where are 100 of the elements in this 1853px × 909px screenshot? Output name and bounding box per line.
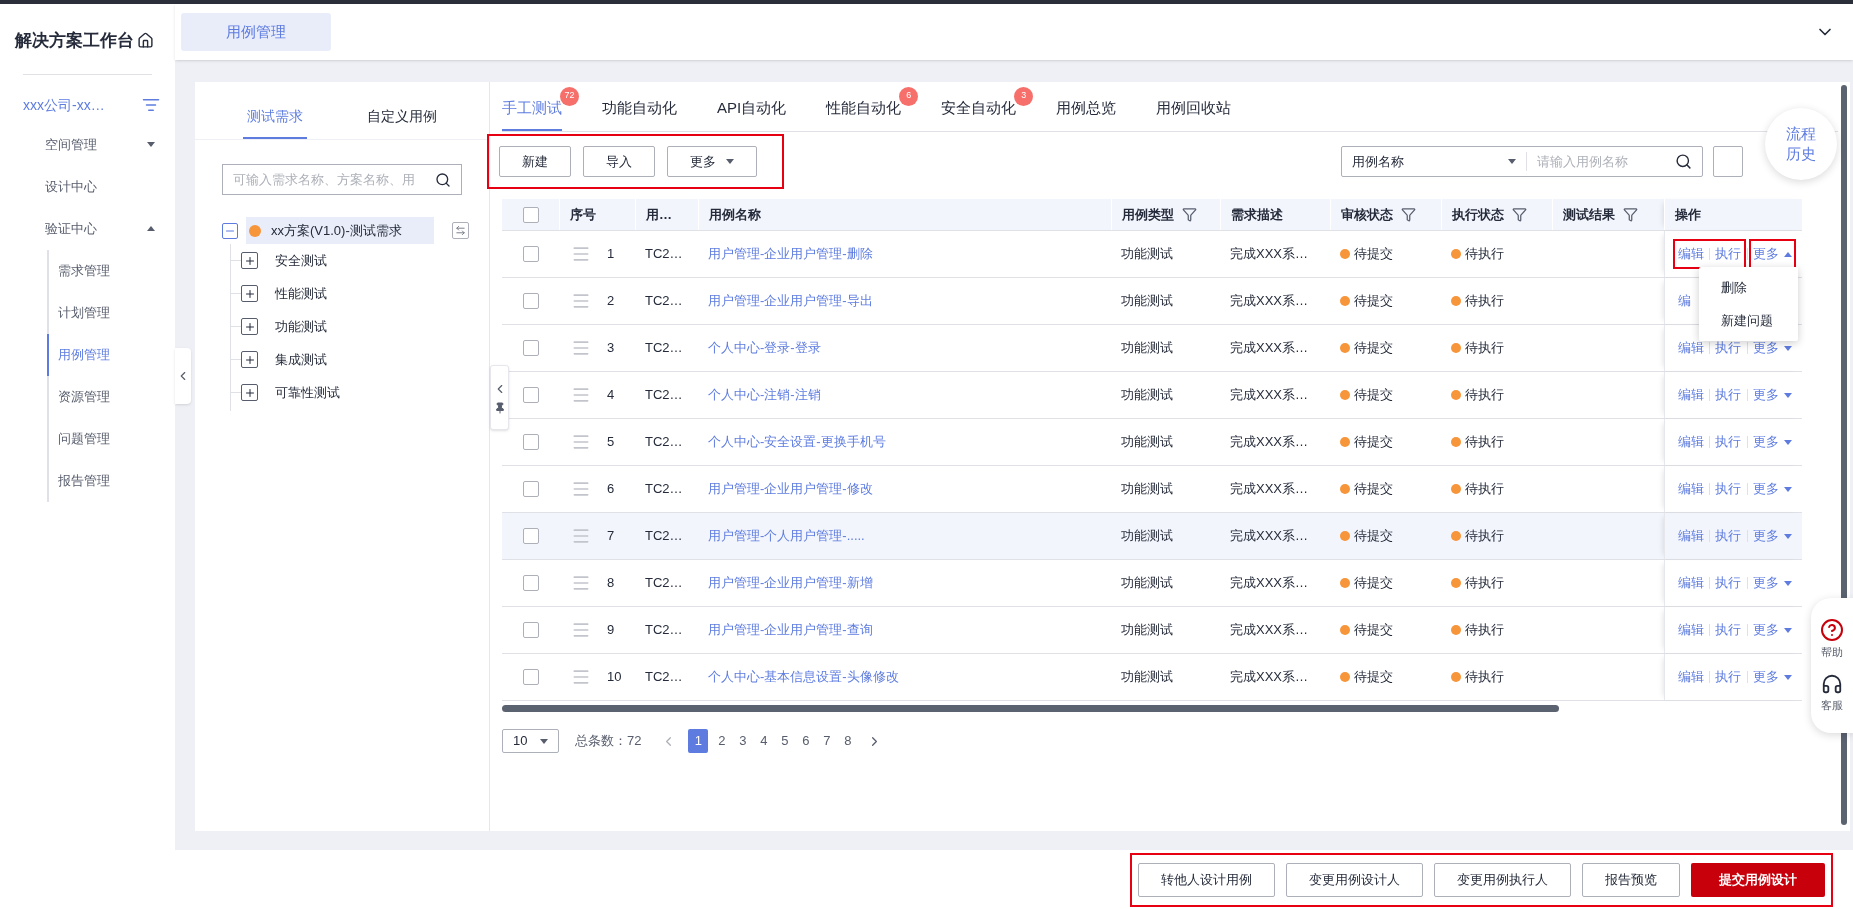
search-field[interactable]: 可输入需求名称、方案名称、用 — [222, 164, 462, 195]
tree-node[interactable]: xx方案(V1.0)-测试需求 — [246, 217, 434, 244]
table-row[interactable]: 6 TC2… 用户管理-企业用户管理-修改 功能测试 完成XXX系… 待提交 待执行 编辑 执行 更多 — [502, 466, 1802, 513]
more-dropdown[interactable]: 更多 — [1753, 667, 1792, 687]
row-checkbox[interactable] — [522, 481, 539, 497]
case-name-link[interactable]: 个人中心-注销-注销 — [708, 385, 821, 405]
tab[interactable]: 安全自动化 — [941, 96, 1017, 131]
panel-tab[interactable]: 自定义用例 — [363, 106, 441, 139]
drag-handle-icon[interactable] — [571, 291, 591, 311]
row-checkbox[interactable] — [522, 387, 539, 403]
more-dropdown[interactable]: 更多 — [1753, 526, 1792, 546]
expand-icon[interactable] — [241, 384, 258, 401]
field-select[interactable]: 用例名称 — [1342, 151, 1527, 172]
table-row[interactable]: 8 TC2… 用户管理-企业用户管理-新增 功能测试 完成XXX系… 待提交 待执行 编辑 执行 更多 — [502, 560, 1802, 607]
pin-icon[interactable] — [493, 401, 506, 414]
drag-handle-icon[interactable] — [571, 385, 591, 405]
case-name-link[interactable]: 用户管理-个人用户管理-..... — [708, 526, 865, 546]
collapse-icon[interactable] — [222, 222, 238, 239]
case-name-link[interactable]: 用户管理-企业用户管理-删除 — [708, 244, 873, 264]
case-name-link[interactable]: 用户管理-企业用户管理-查询 — [708, 620, 873, 640]
action-link[interactable]: 执行 — [1715, 526, 1741, 546]
action-link[interactable]: 编辑 — [1678, 526, 1704, 546]
collapse-handle[interactable] — [175, 348, 191, 404]
action-link[interactable]: 执行 — [1715, 244, 1741, 264]
row-checkbox[interactable] — [522, 246, 539, 262]
action-link[interactable]: 编辑 — [1678, 667, 1704, 687]
row-checkbox[interactable] — [522, 575, 539, 591]
action-link[interactable]: 执行 — [1715, 479, 1741, 499]
help-item[interactable]: 客服 — [1821, 672, 1843, 713]
table-row[interactable]: 7 TC2… 用户管理-个人用户管理-..... 功能测试 完成XXX系… 待提交 待执行 编辑 执行 更多 — [502, 513, 1802, 560]
row-checkbox[interactable] — [522, 622, 539, 638]
expand-icon[interactable] — [241, 252, 258, 269]
tab[interactable]: 用例回收站 — [1156, 96, 1232, 131]
case-name-link[interactable]: 个人中心-基本信息设置-头像修改 — [708, 667, 899, 687]
nav-item[interactable]: 设计中心 — [0, 165, 175, 208]
table-row[interactable]: 9 TC2… 用户管理-企业用户管理-查询 功能测试 完成XXX系… 待提交 待执行 编辑 执行 更多 — [502, 607, 1802, 654]
drag-handle-icon[interactable] — [571, 667, 591, 687]
panel-tab[interactable]: 测试需求 — [243, 106, 307, 139]
action-link[interactable]: 编辑 — [1678, 338, 1704, 358]
page-number[interactable]: 5 — [777, 729, 793, 753]
action-link[interactable]: 编 — [1678, 291, 1691, 311]
more-dropdown[interactable]: 更多 — [1753, 573, 1792, 593]
toolbar-button[interactable]: 新建 — [499, 146, 571, 177]
drag-handle-icon[interactable] — [571, 244, 591, 264]
select-all-checkbox[interactable] — [522, 206, 539, 223]
row-checkbox[interactable] — [522, 669, 539, 685]
row-checkbox[interactable] — [522, 293, 539, 309]
swap-icon[interactable] — [452, 222, 469, 239]
project-name[interactable]: xxx公司-xx… — [23, 94, 105, 116]
page-number[interactable]: 4 — [756, 729, 772, 753]
toolbar-button[interactable]: 导入 — [583, 146, 655, 177]
footer-button[interactable]: 转他人设计用例 — [1138, 862, 1275, 897]
expand-icon[interactable] — [241, 285, 258, 302]
case-name-link[interactable]: 用户管理-企业用户管理-新增 — [708, 573, 873, 593]
page-number[interactable]: 1 — [688, 729, 709, 753]
footer-button[interactable]: 变更用例执行人 — [1434, 862, 1571, 897]
more-dropdown[interactable]: 更多 — [667, 146, 757, 177]
more-dropdown[interactable]: 更多 — [1753, 432, 1792, 452]
search-field[interactable]: 用例名称 请输入用例名称 — [1341, 146, 1703, 177]
tab[interactable]: 用例总览 — [1056, 96, 1117, 131]
more-dropdown[interactable]: 更多 — [1753, 479, 1792, 499]
tree-node[interactable]: 集成测试 — [275, 349, 327, 370]
tab[interactable]: 性能自动化 — [826, 96, 902, 131]
drag-handle-icon[interactable] — [571, 620, 591, 640]
page-size-select[interactable]: 10 — [502, 729, 559, 753]
more-dropdown[interactable]: 更多 — [1753, 385, 1792, 405]
tree-node[interactable]: 安全测试 — [275, 250, 327, 271]
submit-button[interactable]: 提交用例设计 — [1691, 862, 1825, 897]
case-name-link[interactable]: 用户管理-企业用户管理-导出 — [708, 291, 873, 311]
action-link[interactable]: 编辑 — [1678, 432, 1704, 452]
nav-subitem[interactable]: 资源管理 — [47, 375, 175, 418]
row-checkbox[interactable] — [522, 340, 539, 356]
page-number[interactable]: 2 — [714, 729, 730, 753]
expand-icon[interactable] — [241, 318, 258, 335]
table-row[interactable]: 10 TC2… 个人中心-基本信息设置-头像修改 功能测试 完成XXX系… 待提交 待执行 编辑 执行 更多 — [502, 654, 1802, 701]
filter-icon[interactable] — [1512, 207, 1527, 222]
tree-node[interactable]: 功能测试 — [275, 316, 327, 337]
page-number[interactable]: 7 — [819, 729, 835, 753]
row-checkbox[interactable] — [522, 434, 539, 450]
nav-subitem[interactable]: 计划管理 — [47, 291, 175, 334]
filter-icon[interactable] — [1623, 207, 1638, 222]
case-name-link[interactable]: 个人中心-安全设置-更换手机号 — [708, 432, 886, 452]
case-name-link[interactable]: 用户管理-企业用户管理-修改 — [708, 479, 873, 499]
action-link[interactable]: 编辑 — [1678, 573, 1704, 593]
tab[interactable]: API自动化 — [717, 96, 787, 131]
horizontal-scrollbar[interactable] — [502, 705, 1559, 712]
page-number[interactable]: 3 — [735, 729, 751, 753]
filter-icon[interactable] — [1182, 207, 1197, 222]
action-link[interactable]: 执行 — [1715, 620, 1741, 640]
action-link[interactable]: 执行 — [1715, 338, 1741, 358]
expand-icon[interactable] — [241, 351, 258, 368]
flow-history-button[interactable]: 流程历史 — [1765, 108, 1837, 180]
more-dropdown[interactable]: 更多 — [1753, 620, 1792, 640]
search-icon[interactable] — [1675, 153, 1692, 170]
page-number[interactable]: 6 — [798, 729, 814, 753]
table-row[interactable]: 5 TC2… 个人中心-安全设置-更换手机号 功能测试 完成XXX系… 待提交 待执行 编辑 执行 更多 — [502, 419, 1802, 466]
page-number[interactable]: 8 — [840, 729, 856, 753]
tab[interactable]: 功能自动化 — [602, 96, 677, 131]
drag-handle-icon[interactable] — [571, 432, 591, 452]
help-item[interactable]: 帮助 — [1820, 618, 1844, 661]
